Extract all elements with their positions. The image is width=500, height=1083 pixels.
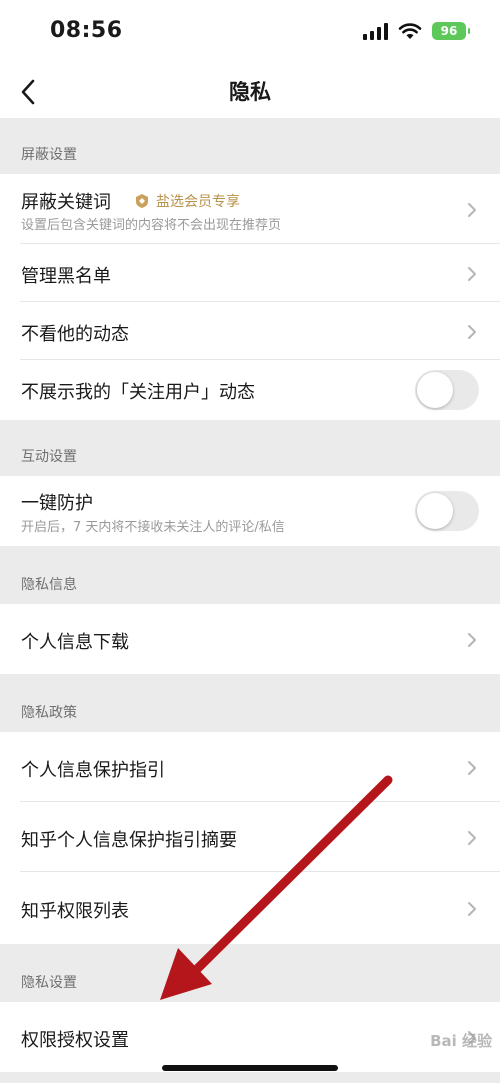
vip-badge-label: 盐选会员专享: [156, 194, 240, 210]
section-header-label: 隐私设置: [21, 975, 77, 991]
status-time: 08:56: [50, 18, 123, 43]
row-title: 知乎权限列表: [21, 901, 129, 922]
chevron-right-icon: [464, 202, 480, 218]
section-header-label: 隐私政策: [21, 705, 77, 721]
row-title: 不展示我的「关注用户」动态: [21, 382, 255, 403]
chevron-right-icon: [464, 324, 480, 340]
status-icons: 96: [363, 22, 470, 40]
section-header-label: 隐私信息: [21, 577, 77, 593]
row-info-protection-summary[interactable]: 知乎个人信息保护指引摘要: [0, 802, 500, 872]
section-header-label: 屏蔽设置: [21, 147, 77, 163]
nav-bar: 隐私: [0, 64, 500, 118]
toggle-knob: [417, 493, 453, 529]
row-hide-my-follow-activity: 不展示我的「关注用户」动态: [0, 360, 500, 420]
section-header-privacy-info: 隐私信息: [0, 546, 500, 604]
home-indicator: [162, 1065, 338, 1071]
row-title: 个人信息保护指引: [21, 760, 165, 781]
row-blacklist[interactable]: 管理黑名单: [0, 244, 500, 302]
row-hide-their-activity[interactable]: 不看他的动态: [0, 302, 500, 360]
wifi-icon: [398, 23, 422, 39]
vip-shield-icon: [136, 194, 148, 208]
section-header-label: 互动设置: [21, 449, 77, 465]
battery-level: 96: [440, 24, 458, 38]
page-title: 隐私: [229, 80, 271, 104]
row-title: 一键防护: [21, 493, 93, 514]
row-subtitle: 设置后包含关键词的内容将不会出现在推荐页: [21, 218, 282, 233]
row-permission-list[interactable]: 知乎权限列表: [0, 872, 500, 944]
row-title: 个人信息下载: [21, 632, 129, 653]
chevron-right-icon: [464, 901, 480, 917]
chevron-right-icon: [464, 830, 480, 846]
row-subtitle: 开启后，7 天内将不接收未关注人的评论/私信: [21, 520, 285, 535]
section-header-interaction: 互动设置: [0, 420, 500, 476]
watermark: Bai 经验: [430, 1032, 492, 1050]
toggle-knob: [417, 372, 453, 408]
section-header-privacy-settings: 隐私设置: [0, 944, 500, 1002]
row-one-click-protect: 一键防护 开启后，7 天内将不接收未关注人的评论/私信: [0, 476, 500, 546]
section-header-block: 屏蔽设置: [0, 118, 500, 174]
row-personal-info-download[interactable]: 个人信息下载: [0, 604, 500, 674]
row-title: 知乎个人信息保护指引摘要: [21, 830, 237, 851]
toggle-hide-follow-activity[interactable]: [415, 370, 479, 410]
row-permission-settings[interactable]: 权限授权设置: [0, 1002, 500, 1072]
cellular-signal-icon: [363, 22, 388, 40]
row-title: 权限授权设置: [21, 1030, 129, 1051]
row-info-protection-guide[interactable]: 个人信息保护指引: [0, 732, 500, 802]
vip-badge: 盐选会员专享: [134, 191, 240, 211]
chevron-right-icon: [464, 632, 480, 648]
battery-icon: 96: [432, 22, 470, 40]
row-title: 不看他的动态: [21, 324, 129, 345]
row-title: 屏蔽关键词: [21, 192, 111, 213]
chevron-right-icon: [464, 760, 480, 776]
section-header-privacy-policy: 隐私政策: [0, 674, 500, 732]
toggle-one-click-protect[interactable]: [415, 491, 479, 531]
row-title: 管理黑名单: [21, 266, 111, 287]
row-block-keywords[interactable]: 屏蔽关键词 盐选会员专享 设置后包含关键词的内容将不会出现在推荐页: [0, 174, 500, 244]
status-bar: 08:56 96: [0, 0, 500, 64]
chevron-right-icon: [464, 266, 480, 282]
